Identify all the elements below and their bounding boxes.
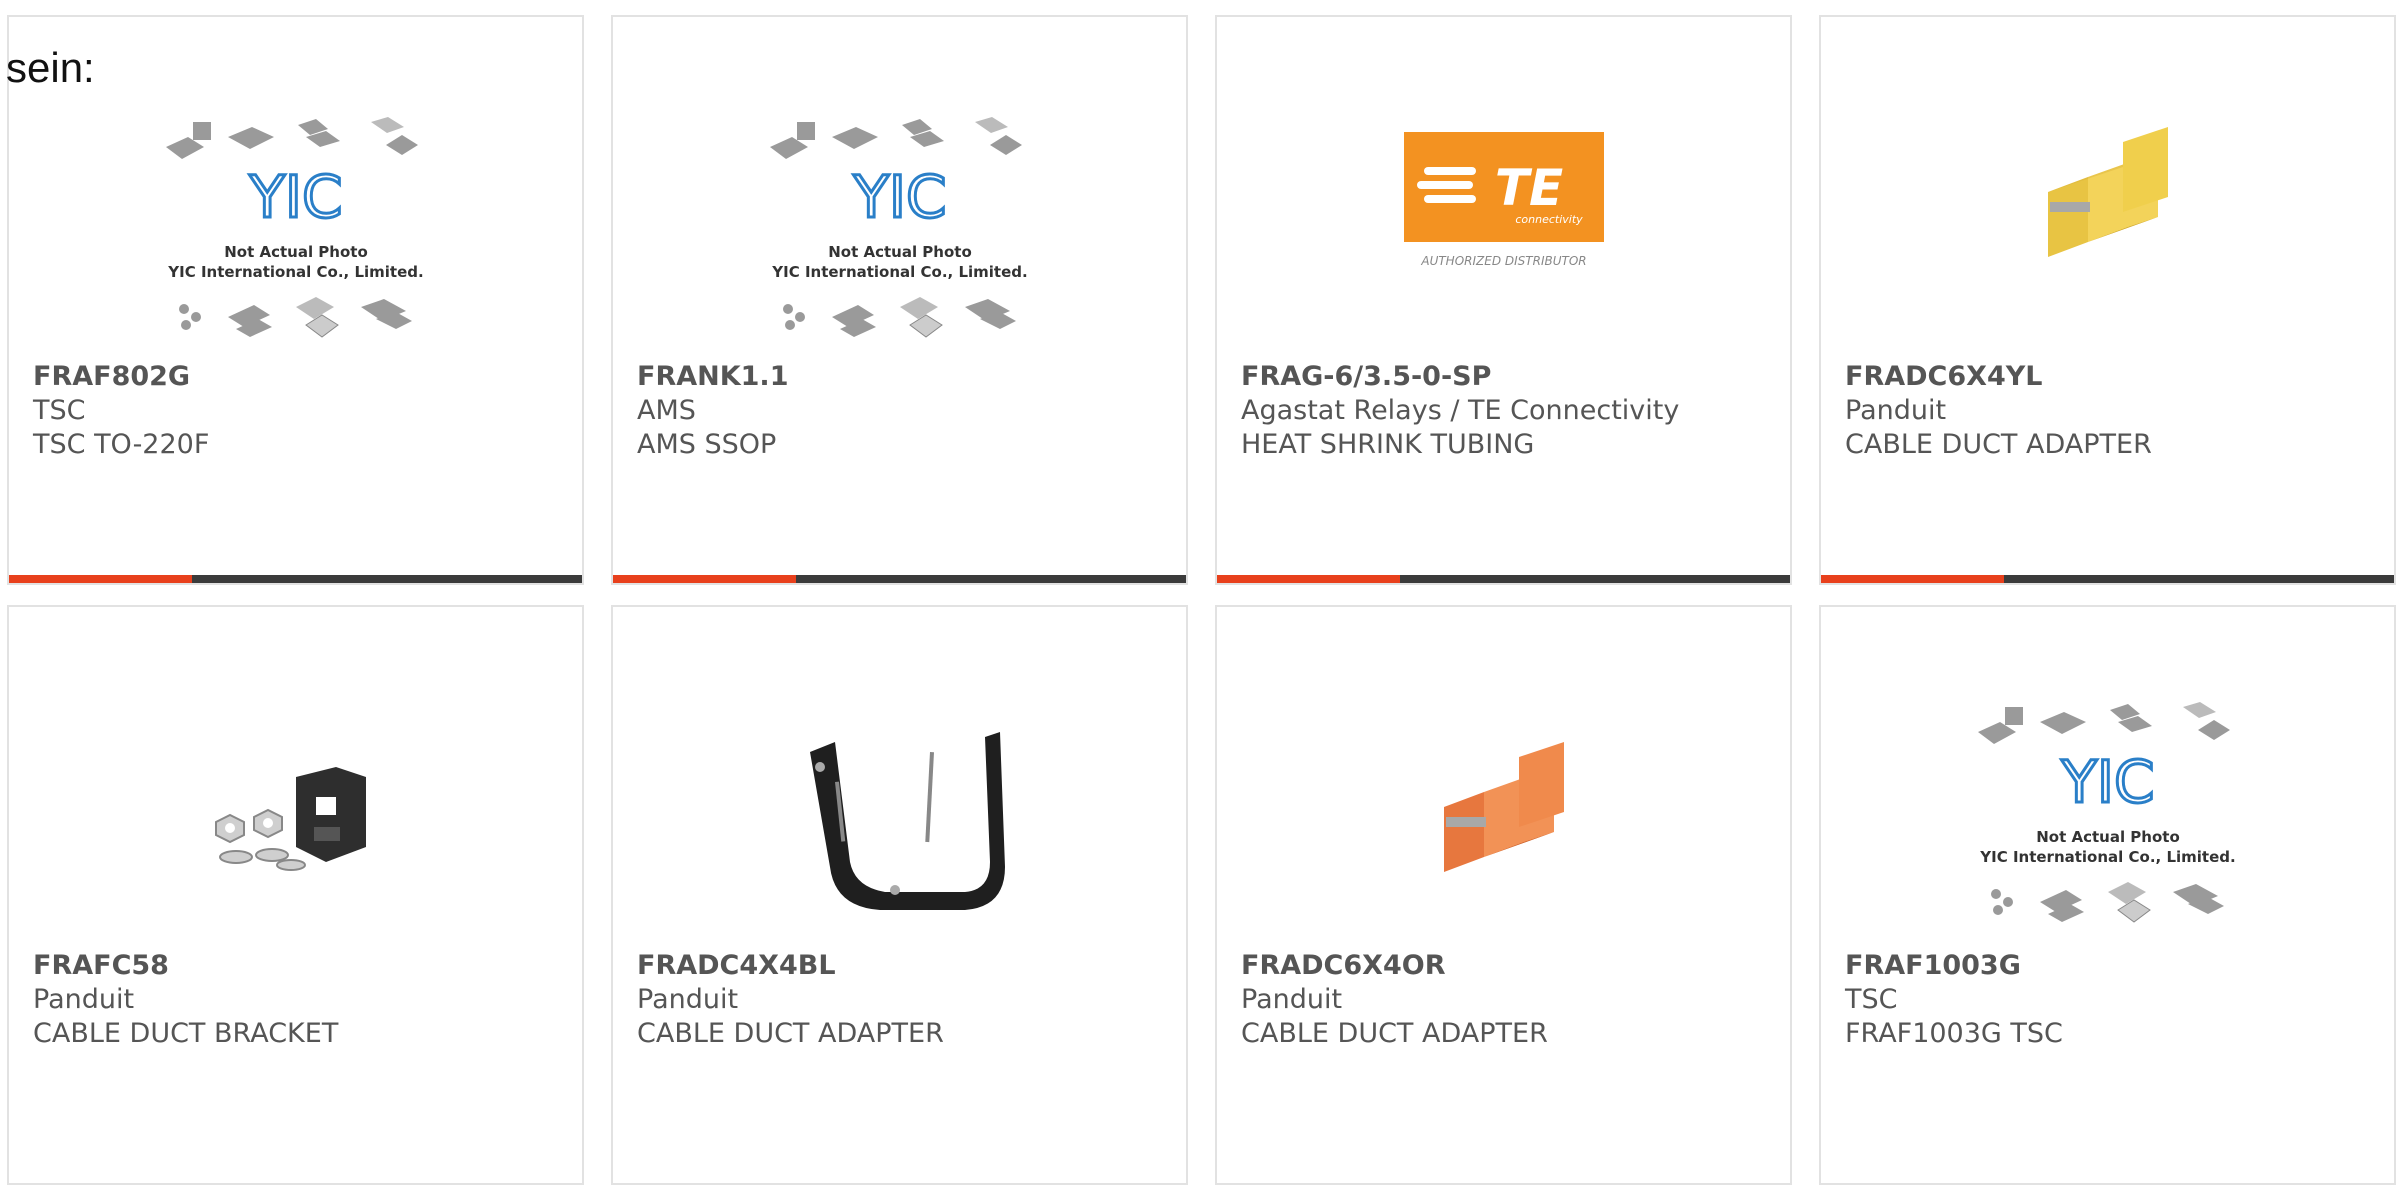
manufacturer-name: Panduit [33, 984, 135, 1015]
bracket-with-nuts-icon [214, 767, 366, 871]
manufacturer-name: Agastat Relays / TE Connectivity [1241, 395, 1680, 426]
yic-placeholder-icon: YIC Not Actual Photo YIC International C… [1977, 702, 2235, 923]
orange-duct-adapter-icon [1443, 742, 1564, 872]
svg-text:YIC International Co., Limited: YIC International Co., Limited. [167, 263, 423, 281]
svg-text:connectivity: connectivity [1515, 213, 1583, 226]
part-number-link[interactable]: FRAG-6/3.5-0-SP [1241, 360, 1780, 394]
manufacturer-name: TSC [1845, 984, 1898, 1015]
product-description: CABLE DUCT ADAPTER [637, 1018, 944, 1049]
product-description: FRAF1003G TSC [1845, 1018, 2063, 1049]
svg-text:TE: TE [1494, 159, 1562, 217]
product-description: TSC TO-220F [33, 429, 210, 460]
svg-text:AUTHORIZED DISTRIBUTOR: AUTHORIZED DISTRIBUTOR [1420, 254, 1586, 268]
svg-text:YIC International Co., Limited: YIC International Co., Limited. [771, 263, 1027, 281]
svg-text:Not Actual Photo: Not Actual Photo [828, 243, 972, 261]
product-card[interactable]: FRAFC58 Panduit CABLE DUCT BRACKET [7, 605, 584, 1185]
product-image-placeholder[interactable]: YIC Not Actual Photo YIC International C… [1821, 677, 2394, 957]
product-description: HEAT SHRINK TUBING [1241, 429, 1535, 460]
svg-text:YIC: YIC [2060, 748, 2154, 816]
manufacturer-name: Panduit [1241, 984, 1343, 1015]
part-number-link[interactable]: FRAF1003G [1845, 949, 2384, 983]
product-image-yellow-adapter[interactable] [1821, 112, 2394, 292]
black-duct-adapter-icon [809, 732, 1005, 910]
svg-text:Not Actual Photo: Not Actual Photo [2036, 828, 2180, 846]
part-number-link[interactable]: FRADC6X4YL [1845, 360, 2384, 394]
yellow-duct-adapter-icon [2047, 127, 2168, 257]
card-accent-bar [613, 575, 1186, 583]
manufacturer-name: TSC [33, 395, 86, 426]
product-image-te[interactable]: TE connectivity AUTHORIZED DISTRIBUTOR [1217, 107, 1790, 297]
part-number-link[interactable]: FRANK1.1 [637, 360, 1176, 394]
product-card[interactable]: FRADC6X4OR Panduit CABLE DUCT ADAPTER [1215, 605, 1792, 1185]
product-card[interactable]: FRADC6X4YL Panduit CABLE DUCT ADAPTER [1819, 15, 2396, 585]
manufacturer-name: Panduit [637, 984, 739, 1015]
product-description: CABLE DUCT BRACKET [33, 1018, 339, 1049]
product-card[interactable]: YIC Not Actual Photo YIC International C… [611, 15, 1188, 585]
product-card[interactable]: YIC Not Actual Photo YIC International C… [7, 15, 584, 585]
part-number-link[interactable]: FRAF802G [33, 360, 572, 394]
manufacturer-name: AMS [637, 395, 696, 426]
part-number-link[interactable]: FRAFC58 [33, 949, 572, 983]
svg-text:YIC: YIC [248, 163, 342, 231]
part-number-link[interactable]: FRADC4X4BL [637, 949, 1176, 983]
intro-text: sein: [6, 44, 95, 91]
product-card[interactable]: TE connectivity AUTHORIZED DISTRIBUTOR F… [1215, 15, 1792, 585]
card-accent-bar [1821, 575, 2394, 583]
product-card[interactable]: YIC Not Actual Photo YIC International C… [1819, 605, 2396, 1185]
product-image-bracket[interactable] [9, 677, 582, 957]
yic-placeholder-icon: YIC Not Actual Photo YIC International C… [165, 117, 423, 338]
product-description: CABLE DUCT ADAPTER [1241, 1018, 1548, 1049]
yic-placeholder-icon: YIC Not Actual Photo YIC International C… [769, 117, 1027, 338]
te-logo-icon: TE connectivity AUTHORIZED DISTRIBUTOR [1403, 132, 1604, 268]
product-image-orange-adapter[interactable] [1217, 677, 1790, 957]
card-accent-bar [1217, 575, 1790, 583]
svg-text:Not Actual Photo: Not Actual Photo [224, 243, 368, 261]
product-description: CABLE DUCT ADAPTER [1845, 429, 2152, 460]
svg-text:YIC International Co., Limited: YIC International Co., Limited. [1979, 848, 2235, 866]
manufacturer-name: Panduit [1845, 395, 1947, 426]
product-image-black-adapter[interactable] [613, 677, 1186, 957]
product-description: AMS SSOP [637, 429, 777, 460]
product-image-placeholder[interactable]: YIC Not Actual Photo YIC International C… [9, 92, 582, 372]
card-accent-bar [9, 575, 582, 583]
part-number-link[interactable]: FRADC6X4OR [1241, 949, 1780, 983]
svg-text:YIC: YIC [852, 163, 946, 231]
product-image-placeholder[interactable]: YIC Not Actual Photo YIC International C… [613, 92, 1186, 372]
product-card[interactable]: FRADC4X4BL Panduit CABLE DUCT ADAPTER [611, 605, 1188, 1185]
